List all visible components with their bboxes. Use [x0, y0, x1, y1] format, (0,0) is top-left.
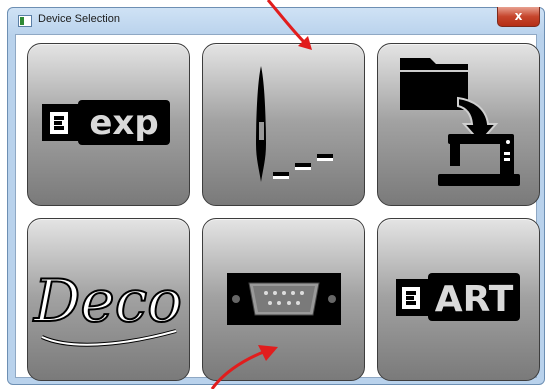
device-tile-deco[interactable]: Deco — [27, 218, 190, 381]
art-label: ART — [435, 279, 514, 320]
usb-stick-exp-icon: exp — [42, 100, 170, 145]
device-grid: exp Deco ART — [15, 34, 540, 381]
device-selection-window: Device Selection x exp Deco ART — [7, 7, 545, 385]
usb-stick-art-icon: ART — [396, 273, 520, 321]
deco-label: Deco — [33, 267, 182, 335]
device-tile-art[interactable]: ART — [377, 218, 540, 381]
app-window-icon — [18, 15, 32, 27]
folder-to-sewing-machine-icon — [400, 58, 520, 186]
device-tile-serial[interactable] — [202, 218, 365, 381]
exp-label: exp — [89, 103, 158, 143]
title-bar[interactable]: Device Selection x — [8, 7, 544, 34]
device-tile-exp[interactable]: exp — [27, 43, 190, 206]
close-button[interactable]: x — [497, 7, 540, 27]
needle-stitch-icon — [256, 66, 333, 182]
deco-logo-icon: Deco — [32, 266, 183, 347]
serial-port-icon — [227, 273, 341, 325]
device-tile-folder-to-machine[interactable] — [377, 43, 540, 206]
device-tile-needle[interactable] — [202, 43, 365, 206]
window-title: Device Selection — [38, 13, 120, 25]
